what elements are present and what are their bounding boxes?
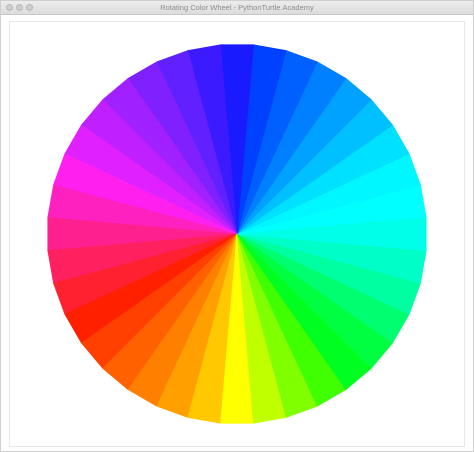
color-wheel: [47, 44, 427, 424]
